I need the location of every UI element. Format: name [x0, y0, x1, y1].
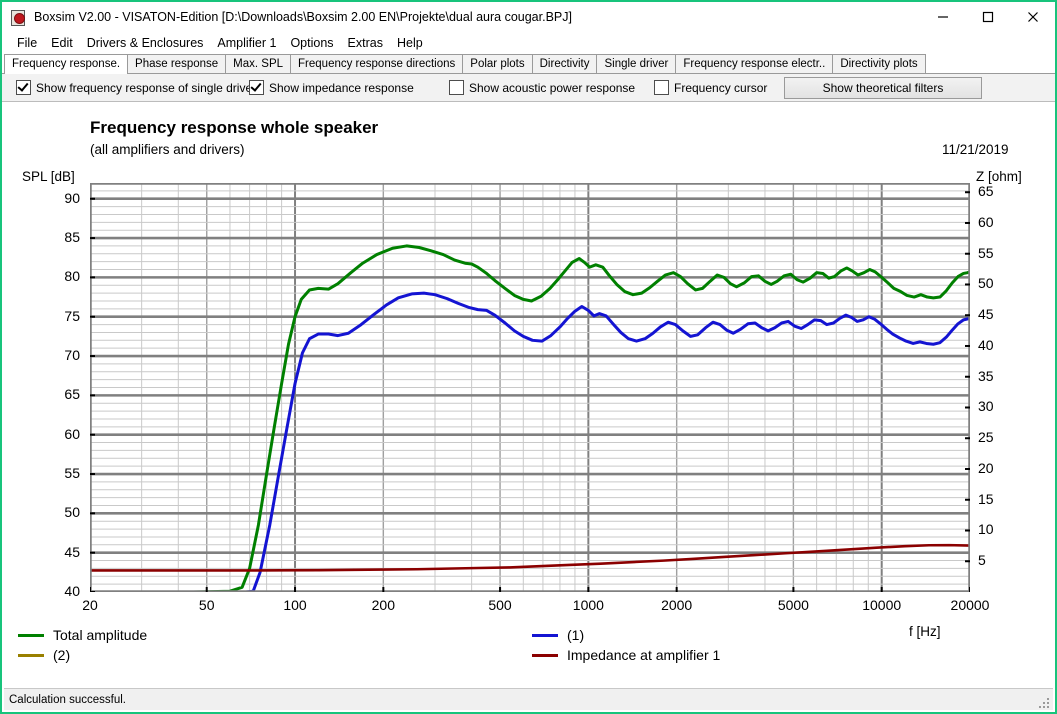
menu-item-extras[interactable]: Extras — [341, 34, 390, 52]
y-tick-right-40: 40 — [978, 336, 994, 353]
menu-bar: File Edit Drivers & Enclosures Amplifier… — [2, 32, 1055, 54]
legend-label: (1) — [567, 627, 585, 643]
tab-strip: Frequency response. Phase response Max. … — [2, 54, 1055, 74]
legend-swatch — [18, 653, 44, 657]
legend-label: Impedance at amplifier 1 — [567, 647, 721, 663]
menu-item-help[interactable]: Help — [390, 34, 430, 52]
y-tick-right-10: 10 — [978, 521, 994, 538]
menu-item-file[interactable]: File — [10, 34, 44, 52]
y-tick-left-50: 50 — [64, 504, 80, 521]
application-window: Boxsim V2.00 - VISATON-Edition [D:\Downl… — [0, 0, 1057, 714]
y-tick-left-75: 75 — [64, 307, 80, 324]
menu-item-options[interactable]: Options — [283, 34, 340, 52]
y-tick-right-35: 35 — [978, 367, 994, 384]
checkbox-box-icon — [654, 80, 669, 95]
x-tick-1000: 1000 — [572, 597, 604, 613]
tab-max-spl[interactable]: Max. SPL — [225, 54, 292, 73]
y-tick-right-65: 65 — [978, 183, 994, 200]
legend-swatch — [532, 653, 558, 657]
x-tick-2000: 2000 — [661, 597, 693, 613]
chart-title: Frequency response whole speaker — [90, 118, 379, 137]
boxsim-app-icon — [10, 9, 26, 26]
maximize-icon[interactable] — [965, 2, 1010, 32]
checkbox-label: Show acoustic power response — [469, 80, 636, 95]
checkbox-label: Frequency cursor — [674, 80, 768, 95]
y-tick-left-85: 85 — [64, 229, 80, 246]
x-tick-500: 500 — [488, 597, 512, 613]
window-title: Boxsim V2.00 - VISATON-Edition [D:\Downl… — [34, 10, 572, 24]
legend-item-total-amplitude: Total amplitude — [18, 627, 147, 643]
resize-grip-icon[interactable] — [1037, 696, 1051, 710]
menu-item-drivers-enclosures[interactable]: Drivers & Enclosures — [80, 34, 211, 52]
y-axis-left-label: SPL [dB] — [22, 169, 75, 184]
x-tick-50: 50 — [198, 597, 215, 613]
tab-single-driver[interactable]: Single driver — [596, 54, 677, 73]
y-tick-right-25: 25 — [978, 429, 994, 446]
checkbox-label: Show impedance response — [269, 80, 414, 95]
y-tick-left-90: 90 — [64, 189, 80, 206]
tab-frequency-response-electr[interactable]: Frequency response electr.. — [675, 54, 834, 73]
window-controls — [920, 2, 1055, 32]
x-tick-20000: 20000 — [950, 597, 990, 613]
y-tick-right-20: 20 — [978, 459, 994, 476]
menu-item-edit[interactable]: Edit — [44, 34, 80, 52]
legend-swatch — [532, 633, 558, 637]
legend-item-2: (2) — [18, 647, 70, 663]
checkbox-label: Show frequency response of single driver — [36, 80, 257, 95]
y-tick-right-30: 30 — [978, 398, 994, 415]
minimize-icon[interactable] — [920, 2, 965, 32]
checkbox-box-icon — [449, 80, 464, 95]
y-tick-right-5: 5 — [978, 552, 986, 569]
y-tick-left-60: 60 — [64, 425, 80, 442]
legend-item-1: (1) — [532, 627, 584, 643]
x-tick-200: 200 — [371, 597, 395, 613]
plot-area[interactable] — [90, 183, 970, 592]
legend-item-impedance: Impedance at amplifier 1 — [532, 647, 720, 663]
checkbox-frequency-cursor[interactable]: Frequency cursor — [654, 80, 767, 95]
y-axis-right-label: Z [ohm] — [976, 169, 1022, 184]
y-tick-right-45: 45 — [978, 306, 994, 323]
legend-label: (2) — [53, 647, 71, 663]
chart-pane: Frequency response whole speaker (all am… — [4, 106, 1055, 686]
y-tick-left-65: 65 — [64, 386, 80, 403]
title-bar: Boxsim V2.00 - VISATON-Edition [D:\Downl… — [2, 2, 1055, 32]
x-tick-20: 20 — [82, 597, 98, 613]
y-tick-left-70: 70 — [64, 347, 80, 364]
x-tick-5000: 5000 — [777, 597, 809, 613]
tab-phase-response[interactable]: Phase response — [127, 54, 227, 73]
y-tick-left-55: 55 — [64, 465, 80, 482]
tab-frequency-response-directions[interactable]: Frequency response directions — [290, 54, 464, 73]
status-message: Calculation successful. — [9, 693, 126, 706]
y-tick-left-80: 80 — [64, 268, 80, 285]
checkbox-show-acoustic-power[interactable]: Show acoustic power response — [449, 80, 635, 95]
legend-label: Total amplitude — [53, 627, 148, 643]
show-theoretical-filters-button[interactable]: Show theoretical filters — [784, 77, 982, 99]
y-tick-right-50: 50 — [978, 275, 994, 292]
tab-directivity[interactable]: Directivity — [531, 54, 598, 73]
checkbox-box-icon — [16, 80, 31, 95]
chart-subtitle: (all amplifiers and drivers) — [90, 142, 245, 157]
legend-swatch — [18, 633, 44, 637]
y-tick-right-15: 15 — [978, 490, 994, 507]
option-bar: Show frequency response of single driver… — [2, 74, 1055, 102]
x-tick-10000: 10000 — [862, 597, 902, 613]
checkbox-show-single-driver[interactable]: Show frequency response of single driver — [16, 80, 256, 95]
tab-polar-plots[interactable]: Polar plots — [462, 54, 533, 73]
y-tick-left-45: 45 — [64, 543, 80, 560]
checkbox-show-impedance[interactable]: Show impedance response — [249, 80, 414, 95]
menu-item-amplifier-1[interactable]: Amplifier 1 — [210, 34, 283, 52]
status-bar: Calculation successful. — [4, 688, 1053, 710]
y-tick-right-60: 60 — [978, 213, 994, 230]
x-axis-label: f [Hz] — [909, 624, 941, 639]
chart-date: 11/21/2019 — [942, 142, 1009, 157]
tab-directivity-plots[interactable]: Directivity plots — [832, 54, 926, 73]
close-icon[interactable] — [1010, 2, 1055, 32]
checkbox-box-icon — [249, 80, 264, 95]
tab-frequency-response[interactable]: Frequency response. — [4, 54, 129, 74]
y-tick-right-55: 55 — [978, 244, 994, 261]
x-tick-100: 100 — [283, 597, 307, 613]
